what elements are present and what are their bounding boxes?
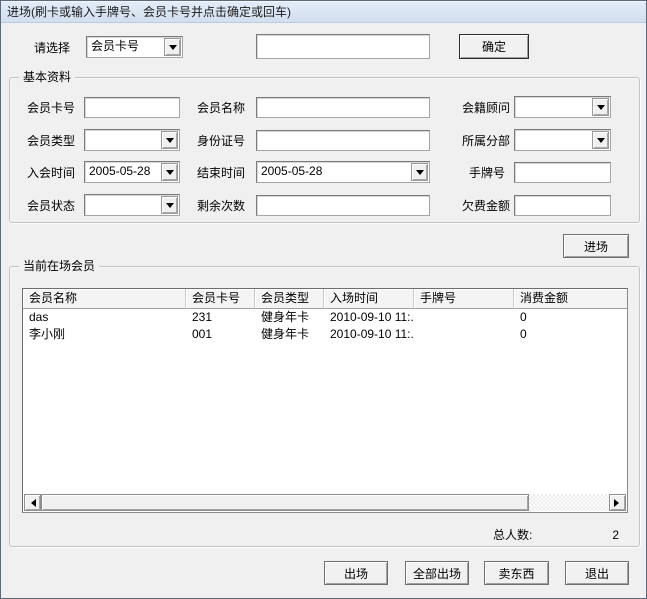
table-cell: 231 xyxy=(186,309,255,326)
join-date-picker[interactable]: 2005-05-28 xyxy=(84,161,180,183)
arrow-left-icon xyxy=(27,499,36,507)
entry-type-combobox[interactable]: 会员卡号 xyxy=(86,36,183,58)
horizontal-scrollbar[interactable] xyxy=(24,494,626,511)
arrears-label: 欠费金额 xyxy=(462,196,510,217)
basic-info-title: 基本资料 xyxy=(19,70,75,85)
present-members-table: 会员名称会员卡号会员类型入场时间手牌号消费金额 das231健身年卡2010-0… xyxy=(22,288,628,513)
branch-combobox[interactable] xyxy=(514,129,611,151)
remaining-count-input[interactable] xyxy=(256,195,430,216)
arrears-input[interactable] xyxy=(514,195,611,216)
table-cell: 健身年卡 xyxy=(255,326,324,343)
end-date-label: 结束时间 xyxy=(197,163,245,184)
window-title: 进场(刷卡或输入手牌号、会员卡号并点击确定或回车) xyxy=(7,5,291,19)
table-row[interactable]: 李小刚001健身年卡2010-09-10 11:... 0 xyxy=(23,326,627,343)
enter-button[interactable]: 进场 xyxy=(563,234,629,258)
chevron-down-icon xyxy=(416,170,424,179)
checkin-dialog-window: 进场(刷卡或输入手牌号、会员卡号并点击确定或回车) 请选择 会员卡号 确定 基本… xyxy=(0,0,647,599)
member-status-label: 会员状态 xyxy=(27,196,75,217)
table-cell: 001 xyxy=(186,326,255,343)
table-cell: 0 xyxy=(514,326,628,343)
chevron-down-icon xyxy=(166,170,174,179)
table-cell: 0 xyxy=(514,309,628,326)
table-cell: 李小刚 xyxy=(23,326,186,343)
title-bar[interactable]: 进场(刷卡或输入手牌号、会员卡号并点击确定或回车) xyxy=(1,1,646,23)
hand-tag-input[interactable] xyxy=(514,162,611,183)
member-status-combobox[interactable] xyxy=(84,194,180,216)
join-date-label: 入会时间 xyxy=(27,163,75,184)
dropdown-button[interactable] xyxy=(164,38,181,56)
column-header[interactable]: 会员名称 xyxy=(23,289,186,309)
total-count-label: 总人数: xyxy=(493,525,532,546)
scroll-left-button[interactable] xyxy=(24,494,41,511)
table-cell: 2010-09-10 11:... xyxy=(324,309,414,326)
member-name-label: 会员名称 xyxy=(197,98,245,119)
id-number-input[interactable] xyxy=(256,130,430,151)
column-header[interactable]: 手牌号 xyxy=(414,289,514,309)
column-header[interactable]: 会员卡号 xyxy=(186,289,255,309)
entry-type-value: 会员卡号 xyxy=(91,37,162,56)
dropdown-button[interactable] xyxy=(411,163,428,181)
table-cell xyxy=(414,326,514,343)
arrow-right-icon xyxy=(614,499,623,507)
present-members-title: 当前在场会员 xyxy=(19,259,99,274)
table-body: das231健身年卡2010-09-10 11:...0李小刚001健身年卡20… xyxy=(23,309,627,343)
dropdown-button[interactable] xyxy=(592,131,609,149)
hand-tag-label: 手牌号 xyxy=(469,163,505,184)
member-type-label: 会员类型 xyxy=(27,131,75,152)
chevron-down-icon xyxy=(169,45,177,54)
remaining-count-label: 剩余次数 xyxy=(197,196,245,217)
confirm-button[interactable]: 确定 xyxy=(459,34,529,59)
dropdown-button[interactable] xyxy=(161,196,178,214)
member-name-input[interactable] xyxy=(256,97,430,118)
advisor-label: 会籍顾问 xyxy=(462,98,510,119)
checkout-button[interactable]: 出场 xyxy=(324,561,388,585)
chevron-down-icon xyxy=(166,138,174,147)
table-cell: 2010-09-10 11:... xyxy=(324,326,414,343)
chevron-down-icon xyxy=(597,138,605,147)
table-cell: das xyxy=(23,309,186,326)
table-cell xyxy=(414,309,514,326)
select-label: 请选择 xyxy=(34,38,70,59)
chevron-down-icon xyxy=(166,203,174,212)
end-date-picker[interactable]: 2005-05-28 xyxy=(256,161,430,183)
column-header[interactable]: 消费金额 xyxy=(514,289,628,309)
scrollbar-track[interactable] xyxy=(41,494,609,511)
table-row[interactable]: das231健身年卡2010-09-10 11:... 0 xyxy=(23,309,627,326)
sell-button[interactable]: 卖东西 xyxy=(484,561,549,585)
scrollbar-thumb[interactable] xyxy=(41,494,529,511)
dropdown-button[interactable] xyxy=(161,131,178,149)
checkout-all-button[interactable]: 全部出场 xyxy=(405,561,469,585)
member-card-label: 会员卡号 xyxy=(27,98,75,119)
scroll-right-button[interactable] xyxy=(609,494,626,511)
end-date-value: 2005-05-28 xyxy=(261,162,409,181)
table-cell: 健身年卡 xyxy=(255,309,324,326)
id-number-label: 身份证号 xyxy=(197,131,245,152)
member-card-input[interactable] xyxy=(84,97,180,118)
table-header: 会员名称会员卡号会员类型入场时间手牌号消费金额 xyxy=(23,289,627,309)
column-header[interactable]: 会员类型 xyxy=(255,289,324,309)
advisor-combobox[interactable] xyxy=(514,96,611,118)
quit-button[interactable]: 退出 xyxy=(565,561,629,585)
dropdown-button[interactable] xyxy=(592,98,609,116)
member-type-combobox[interactable] xyxy=(84,129,180,151)
total-count-value: 2 xyxy=(561,525,619,546)
column-header[interactable]: 入场时间 xyxy=(324,289,414,309)
join-date-value: 2005-05-28 xyxy=(89,162,159,181)
chevron-down-icon xyxy=(597,105,605,114)
dropdown-button[interactable] xyxy=(161,163,178,181)
card-number-input[interactable] xyxy=(256,34,430,59)
branch-label: 所属分部 xyxy=(462,131,510,152)
